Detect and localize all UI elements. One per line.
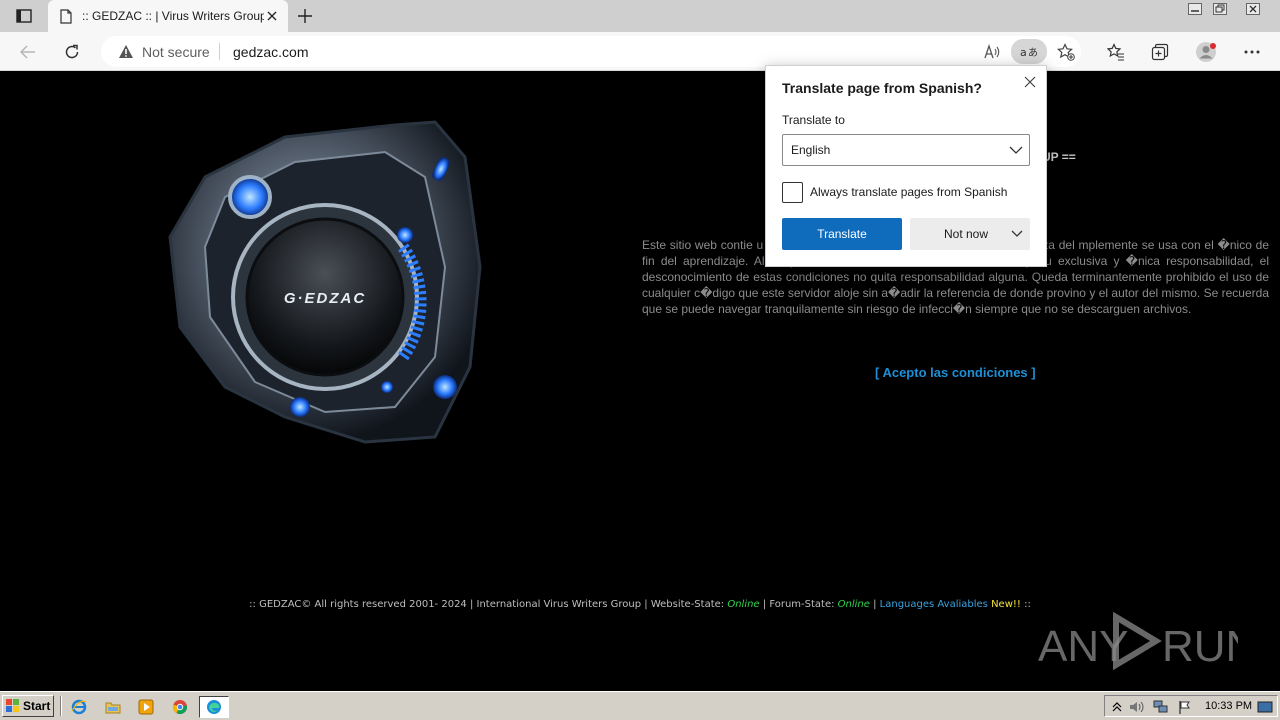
selected-language: English <box>791 143 831 157</box>
accept-conditions-link[interactable]: [ Acepto las condiciones ] <box>875 365 1036 380</box>
security-label[interactable]: Not secure <box>142 44 210 60</box>
svg-text:RUN: RUN <box>1162 622 1238 671</box>
translate-button[interactable]: Translate <box>782 218 902 250</box>
taskbar-separator <box>60 696 62 716</box>
favorites-icon[interactable] <box>1102 38 1130 66</box>
footer-separator: | <box>869 599 880 610</box>
volume-icon[interactable] <box>1129 699 1145 715</box>
page-footer: :: GEDZAC© All rights reserved 2001- 202… <box>0 599 1280 610</box>
refresh-icon[interactable] <box>58 38 86 66</box>
tab-actions-icon[interactable] <box>10 6 38 26</box>
url-text[interactable]: gedzac.com <box>233 44 308 60</box>
page-icon <box>60 8 74 24</box>
site-header-fragment: UP == <box>1042 150 1076 164</box>
svg-text:あ: あ <box>1028 47 1038 59</box>
profile-avatar-icon[interactable] <box>1192 38 1220 66</box>
add-favorite-icon[interactable] <box>1053 40 1079 64</box>
anyrun-watermark: ANY RUN <box>1038 611 1238 671</box>
collections-icon[interactable] <box>1146 38 1174 66</box>
new-badge: New!! <box>991 599 1021 610</box>
translate-popup: Translate page from Spanish? Translate t… <box>765 65 1047 267</box>
warning-icon[interactable] <box>118 44 134 64</box>
system-tray: 10:33 PM <box>1104 695 1278 717</box>
network-icon[interactable] <box>1153 699 1169 715</box>
minimize-icon[interactable] <box>1182 0 1208 18</box>
show-desktop-icon[interactable] <box>1257 699 1273 715</box>
tab-title: :: GEDZAC :: | Virus Writers Group <box>82 9 264 23</box>
close-window-icon[interactable] <box>1240 0 1266 18</box>
action-center-flag-icon[interactable] <box>1177 699 1193 715</box>
chevron-down-icon <box>1009 143 1023 162</box>
languages-link[interactable]: Languages Avaliables <box>880 599 988 610</box>
browser-tab[interactable]: :: GEDZAC :: | Virus Writers Group <box>48 0 288 32</box>
address-separator <box>219 43 220 60</box>
chevron-down-icon[interactable] <box>1010 226 1024 243</box>
read-aloud-icon[interactable] <box>979 40 1005 64</box>
start-button[interactable]: Start <box>2 695 54 717</box>
translate-icon[interactable]: aあ <box>1011 39 1047 64</box>
close-icon[interactable] <box>1020 72 1040 92</box>
web-page: G·EDZAC UP == Este sitio web contie u PC… <box>0 71 1280 691</box>
file-explorer-icon[interactable] <box>103 697 123 717</box>
always-translate-label[interactable]: Always translate pages from Spanish <box>810 185 1007 199</box>
show-hidden-icons[interactable] <box>1109 699 1125 715</box>
popup-title: Translate page from Spanish? <box>782 80 982 96</box>
footer-copyright: :: GEDZAC© All rights reserved 2001- 202… <box>249 599 728 610</box>
logo-text: G·EDZAC <box>284 290 366 307</box>
gedzac-logo[interactable]: G·EDZAC <box>165 117 485 447</box>
browser-toolbar: Not secure gedzac.com aあ <box>0 32 1280 71</box>
back-icon[interactable] <box>14 38 42 66</box>
restore-icon[interactable] <box>1207 0 1233 18</box>
footer-suffix: :: <box>1020 599 1031 610</box>
windows-logo-icon <box>6 699 19 712</box>
screen: :: GEDZAC :: | Virus Writers Group Not s… <box>0 0 1280 720</box>
language-select[interactable]: English <box>782 134 1030 166</box>
media-player-icon[interactable] <box>136 697 156 717</box>
website-state: Online <box>727 599 760 610</box>
edge-icon[interactable] <box>199 696 229 718</box>
more-options-icon[interactable] <box>1238 38 1266 66</box>
not-now-button[interactable]: Not now <box>910 218 1030 250</box>
address-bar[interactable]: Not secure gedzac.com aあ <box>101 36 1081 67</box>
chrome-icon[interactable] <box>170 697 190 717</box>
always-translate-checkbox[interactable] <box>782 182 803 203</box>
start-label: Start <box>23 699 51 713</box>
translate-to-label: Translate to <box>782 113 845 127</box>
forum-state: Online <box>837 599 870 610</box>
tab-strip: :: GEDZAC :: | Virus Writers Group <box>0 0 1280 32</box>
not-now-label: Not now <box>944 227 989 241</box>
clock[interactable]: 10:33 PM <box>1205 700 1252 712</box>
footer-forum-label: | Forum-State: <box>759 599 838 610</box>
internet-explorer-icon[interactable] <box>69 697 89 717</box>
svg-text:a: a <box>1020 46 1027 59</box>
close-tab-icon[interactable] <box>264 8 280 24</box>
taskbar: Start 10:33 PM <box>0 691 1280 720</box>
new-tab-icon[interactable] <box>294 5 316 27</box>
